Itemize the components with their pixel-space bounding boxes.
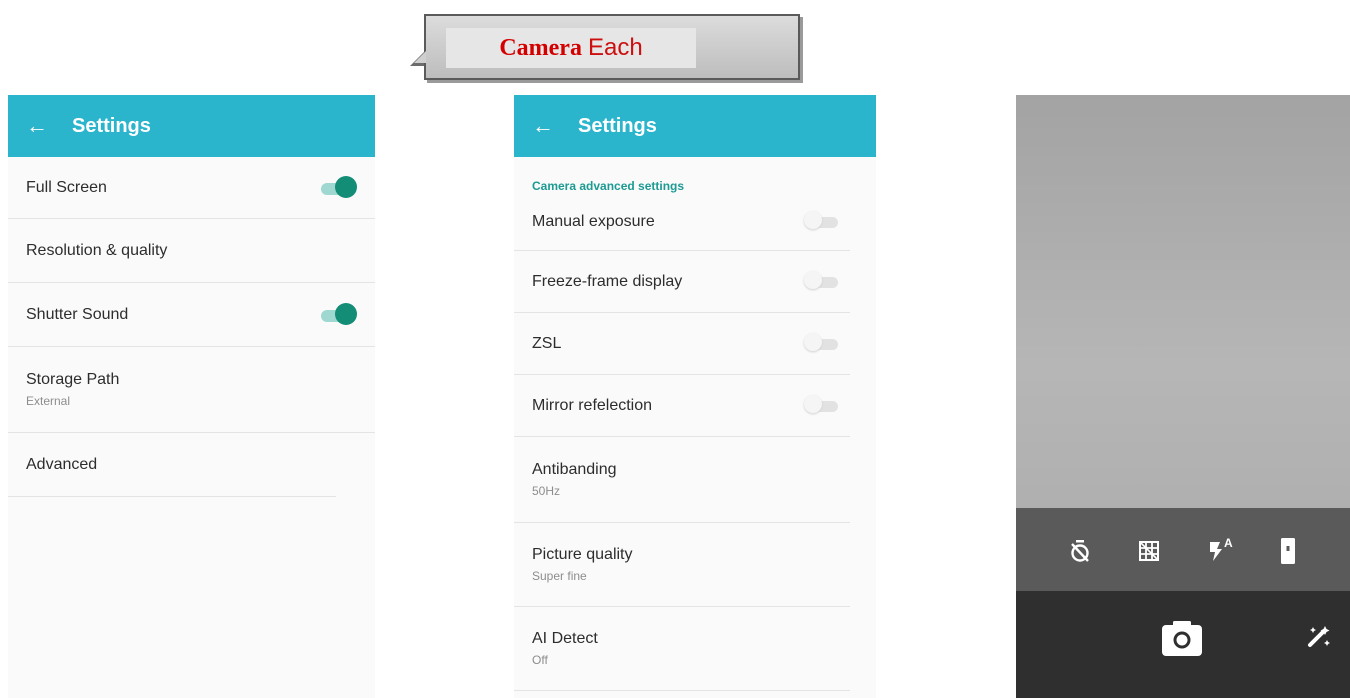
setting-label: Freeze-frame display [532,272,683,290]
mirror-reflection-toggle[interactable] [804,394,838,414]
app-bar: ← Settings [8,95,375,157]
settings-screen-advanced: ← Settings Camera advanced settings Manu… [514,95,876,698]
back-arrow-icon[interactable]: ← [532,113,578,139]
callout-tail-fill [414,51,426,63]
setting-label: Picture quality [532,546,633,563]
camera-viewfinder[interactable]: A [1016,95,1350,698]
callout-text: Camera Each [446,28,696,68]
camera-toolbar: A [1016,508,1350,591]
setting-label: Manual exposure [532,212,655,230]
section-header: Camera advanced settings [532,179,685,193]
setting-label: ZSL [532,334,562,352]
app-bar-title: Settings [72,114,151,137]
manual-exposure-toggle[interactable] [804,210,838,230]
setting-value: External [26,394,71,408]
timer-off-icon[interactable] [1069,539,1091,563]
flash-mode-label: A [1224,536,1233,550]
app-bar: ← Settings [514,95,876,157]
back-arrow-icon[interactable]: ← [26,113,72,139]
setting-picture-quality[interactable]: Picture quality Super fine [514,523,850,607]
full-screen-toggle[interactable] [321,175,357,198]
callout-rest-text: Each [587,34,643,61]
setting-zsl[interactable]: ZSL [514,313,850,375]
setting-resolution-quality[interactable]: Resolution & quality [8,219,375,283]
setting-freeze-frame-display[interactable]: Freeze-frame display [514,251,850,313]
setting-ai-detect[interactable]: AI Detect Off [514,607,850,691]
setting-full-screen[interactable]: Full Screen [8,157,375,219]
grid-icon[interactable] [1139,541,1159,561]
setting-label: AI Detect [532,630,598,647]
setting-shutter-sound[interactable]: Shutter Sound [8,283,375,347]
app-bar-title: Settings [578,114,657,137]
shutter-camera-icon[interactable] [1161,619,1203,657]
magic-wand-icon[interactable] [1304,623,1332,651]
setting-label: Resolution & quality [26,241,168,259]
setting-value: Super fine [532,569,587,583]
zsl-toggle[interactable] [804,332,838,352]
setting-mirror-reflection[interactable]: Mirror refelection [514,375,850,437]
phone-orientation-icon[interactable] [1280,537,1296,565]
setting-label: Storage Path [26,371,120,388]
page: Camera Each ← Settings Full Screen Resolu… [0,0,1350,698]
flash-auto-icon[interactable] [1208,538,1238,562]
setting-value: Off [532,653,548,667]
callout-strong-text: Camera [499,35,582,61]
setting-advanced[interactable]: Advanced [8,433,336,497]
settings-screen-basic: ← Settings Full Screen Resolution & qual… [8,95,375,698]
setting-label: Advanced [26,455,98,473]
setting-value: 50Hz [532,484,561,498]
setting-manual-exposure[interactable]: Manual exposure [514,193,850,251]
setting-antibanding[interactable]: Antibanding 50Hz [514,437,850,523]
shutter-sound-toggle[interactable] [321,302,357,325]
setting-storage-path[interactable]: Storage Path External [8,347,375,433]
callout-banner: Camera Each [410,14,800,80]
callout-box: Camera Each [424,14,800,80]
setting-label: Antibanding [532,461,617,478]
setting-label: Mirror refelection [532,396,653,414]
camera-bottom-bar [1016,591,1350,698]
freeze-frame-toggle[interactable] [804,270,838,290]
